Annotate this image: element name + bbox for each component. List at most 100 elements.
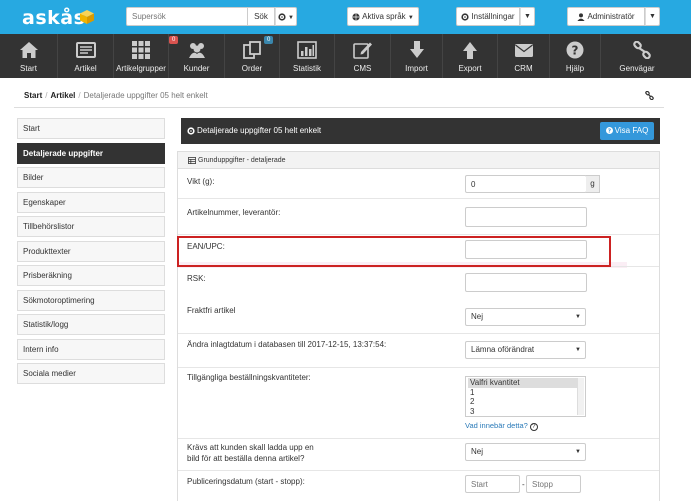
nav-item-cms[interactable]: CMS <box>335 34 391 78</box>
envelope-icon <box>514 44 533 57</box>
link-icon <box>632 41 651 59</box>
orders-icon <box>243 41 261 59</box>
sidebar-item-intern-info[interactable]: Intern info <box>17 338 165 360</box>
nav-item-kunder[interactable]: 0 Kunder <box>169 34 225 78</box>
nav-label: CRM <box>514 64 533 73</box>
gear-icon <box>461 13 470 21</box>
rsk-input[interactable] <box>465 273 587 292</box>
settings-label: Inställningar <box>471 12 515 21</box>
nav-item-genvagar[interactable]: Genvägar <box>601 34 691 78</box>
nav-label: Statistik <box>292 64 321 73</box>
quantity-option[interactable]: 1 <box>468 388 583 398</box>
grid-icon <box>132 41 150 59</box>
link-icon[interactable] <box>645 91 654 100</box>
svg-text:?: ? <box>572 44 579 58</box>
article-number-label: Artikelnummer, leverantör: <box>187 208 281 217</box>
caret-down-icon: ▼ <box>524 13 531 20</box>
highlight-box <box>177 236 611 267</box>
main-nav: Start Artikel Artikelgrupper 0 Kunder 0 … <box>0 34 691 78</box>
quantity-option[interactable]: Valfri kvantitet <box>468 378 583 388</box>
quantity-option[interactable]: 2 <box>468 397 583 407</box>
quantity-option[interactable]: 3 <box>468 407 583 417</box>
sidebar-item-bilder[interactable]: Bilder <box>17 167 165 188</box>
caret-down-icon: ▼ <box>407 15 414 21</box>
sidebar-item-sokmotoroptimering[interactable]: Sökmotoroptimering <box>17 289 165 311</box>
form-row-rsk: RSK: <box>178 267 659 300</box>
export-arrow-icon <box>463 42 477 59</box>
weight-input[interactable] <box>465 175 587 193</box>
quantities-listbox[interactable]: Valfri kvantitet 1 2 3 <box>465 376 586 417</box>
admin-dropdown-toggle[interactable]: ▼ <box>645 7 660 26</box>
sidebar-item-egenskaper[interactable]: Egenskaper <box>17 191 165 213</box>
orders-badge: 0 <box>264 36 274 44</box>
customers-badge: 0 <box>169 36 179 44</box>
weight-label: Vikt (g): <box>187 177 215 186</box>
publish-start-input[interactable] <box>465 475 520 493</box>
help-link-text: Vad innebär detta? <box>465 421 528 430</box>
nav-label: Artikelgrupper <box>116 64 166 73</box>
sidebar-item-sociala-medier[interactable]: Sociala medier <box>17 363 165 384</box>
logo-cube-icon <box>80 10 94 24</box>
upload-select[interactable]: Nej ▼ <box>465 443 586 461</box>
caret-down-icon: ▼ <box>575 449 581 455</box>
admin-button[interactable]: Administratör <box>567 7 645 26</box>
breadcrumb-article[interactable]: Artikel <box>50 91 75 100</box>
sidebar-item-detaljerade-uppgifter[interactable]: Detaljerade uppgifter <box>17 142 165 164</box>
section-title: Grunduppgifter - detaljerade <box>198 157 286 164</box>
article-number-input[interactable] <box>465 207 587 227</box>
free-shipping-value: Nej <box>471 312 484 321</box>
breadcrumb-start[interactable]: Start <box>24 91 42 100</box>
settings-dropdown-toggle[interactable]: ▼ <box>520 7 535 26</box>
gear-icon <box>187 127 195 135</box>
nav-item-order[interactable]: 0 Order <box>225 34 280 78</box>
nav-item-artikel[interactable]: Artikel <box>58 34 114 78</box>
sidebar-item-tillbehorslistor[interactable]: Tillbehörslistor <box>17 216 165 237</box>
home-icon <box>19 42 38 58</box>
nav-item-artikelgrupper[interactable]: Artikelgrupper <box>114 34 169 78</box>
nav-item-statistik[interactable]: Statistik <box>280 34 335 78</box>
form-row-weight: Vikt (g): g <box>178 169 659 199</box>
nav-label: Import <box>405 64 428 73</box>
admin-label: Administratör <box>587 12 635 21</box>
change-date-select[interactable]: Lämna oförändrat ▼ <box>465 341 586 359</box>
form-row-article-number: Artikelnummer, leverantör: <box>178 199 659 235</box>
upload-value: Nej <box>471 447 484 456</box>
nav-item-hjalp[interactable]: ? Hjälp <box>550 34 601 78</box>
help-icon: ? <box>566 41 584 59</box>
sidebar-item-start[interactable]: Start <box>17 118 165 139</box>
languages-button[interactable]: Aktiva språk ▼ <box>347 7 419 26</box>
sidebar-item-produkttexter[interactable]: Produkttexter <box>17 240 165 262</box>
nav-item-import[interactable]: Import <box>391 34 443 78</box>
caret-down-icon: ▼ <box>575 347 581 353</box>
upload-label-2: bild för att beställa denna artikel? <box>187 454 305 463</box>
table-icon <box>188 156 196 164</box>
brand-logo[interactable]: askås <box>22 7 85 29</box>
breadcrumb-current: Detaljerade uppgifter 05 helt enkelt <box>83 91 208 100</box>
nav-label: Genvägar <box>619 64 655 73</box>
search-button[interactable]: Sök <box>248 7 275 26</box>
edit-icon <box>352 42 372 59</box>
listbox-scrollbar[interactable] <box>577 378 584 415</box>
help-link[interactable]: Vad innebär detta?? <box>465 421 538 431</box>
quantities-label: Tillgängliga beställningskvantiteter: <box>187 373 311 382</box>
nav-item-start[interactable]: Start <box>0 34 58 78</box>
show-faq-button[interactable]: ? Visa FAQ <box>600 122 654 140</box>
article-icon <box>75 42 96 58</box>
nav-item-export[interactable]: Export <box>443 34 498 78</box>
breadcrumb: Start / Artikel / Detaljerade uppgifter 05 h… <box>14 84 664 108</box>
sidebar-item-statistik-logg[interactable]: Statistik/logg <box>17 314 165 335</box>
form-row-publish: Publiceringsdatum (start - stopp): - <box>178 471 659 501</box>
settings-button[interactable]: Inställningar <box>456 7 520 26</box>
rsk-label: RSK: <box>187 274 206 283</box>
question-circle-icon: ? <box>605 127 613 135</box>
top-bar: askås Sök ▼ Aktiva språk ▼ Inställningar… <box>0 0 691 34</box>
supersearch-input[interactable] <box>126 7 248 26</box>
free-shipping-select[interactable]: Nej ▼ <box>465 308 586 326</box>
search-options-dropdown[interactable]: ▼ <box>275 7 297 26</box>
form-row-quantities: Tillgängliga beställningskvantiteter: Va… <box>178 368 659 439</box>
languages-label: Aktiva språk <box>362 12 406 21</box>
nav-item-crm[interactable]: CRM <box>498 34 550 78</box>
publish-stop-input[interactable] <box>526 475 581 493</box>
sidebar-item-prisberakning[interactable]: Prisberäkning <box>17 265 165 286</box>
sidebar: Start Detaljerade uppgifter Bilder Egens… <box>17 118 165 388</box>
